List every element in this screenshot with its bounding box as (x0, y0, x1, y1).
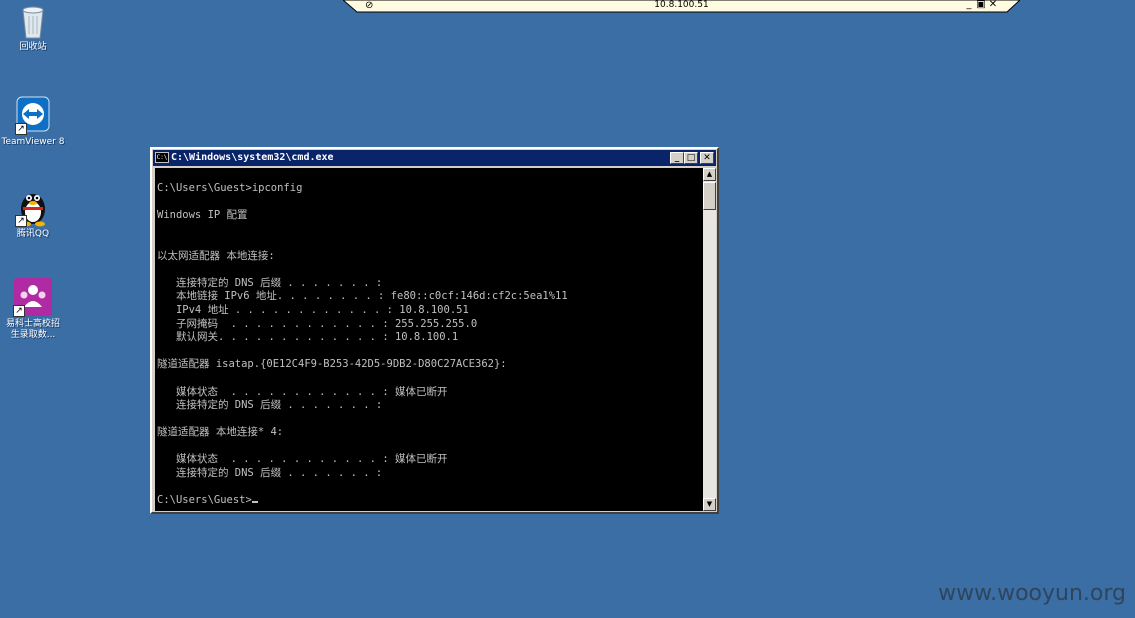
cmd-window[interactable]: C:\ C:\Windows\system32\cmd.exe _ □ ✕ C:… (150, 147, 719, 514)
console-line: C:\Users\Guest>ipconfig (157, 181, 303, 194)
rdp-window-controls: _ ▣✕ (964, 0, 1000, 10)
cmd-titlebar[interactable]: C:\ C:\Windows\system32\cmd.exe _ □ ✕ (153, 150, 716, 166)
desktop-icon-recycle-bin[interactable]: 回收站 (0, 2, 66, 53)
qq-label: 腾讯QQ (16, 229, 50, 239)
console-line: 本地链接 IPv6 地址. . . . . . . . : fe80::c0cf… (157, 290, 568, 303)
recycle-bin-label: 回收站 (19, 42, 47, 52)
teamviewer-label: TeamViewer 8 (1, 137, 65, 147)
console-line: 连接特定的 DNS 后缀 . . . . . . . : (157, 276, 383, 289)
watermark: www.wooyun.org (938, 581, 1126, 606)
teamviewer-icon: ↗ (15, 95, 51, 135)
console-line: C:\Users\Guest> (157, 494, 703, 508)
desktop-icon-recruit[interactable]: ↗ 易科士高校招 生录取数... (0, 277, 66, 341)
console-line: 连接特定的 DNS 后缀 . . . . . . . : (157, 467, 383, 480)
console-line: 隧道适配器 本地连接* 4: (157, 426, 284, 439)
close-icon[interactable]: ✕ (988, 0, 1000, 10)
cmd-title: C:\Windows\system32\cmd.exe (171, 152, 334, 163)
console-line: 默认网关. . . . . . . . . . . . . : 10.8.100… (157, 331, 459, 344)
console-line: 子网掩码 . . . . . . . . . . . . : 255.255.2… (157, 317, 478, 330)
recruit-label-line1: 易科士高校招 (5, 319, 60, 329)
desktop-icon-teamviewer[interactable]: ↗ TeamViewer 8 (0, 95, 66, 148)
console-line: 媒体状态 . . . . . . . . . . . . : 媒体已断开 (157, 385, 448, 398)
close-button[interactable]: ✕ (700, 152, 714, 164)
minimize-button[interactable]: _ (670, 152, 684, 164)
scroll-up-arrow-icon[interactable]: ▲ (703, 168, 716, 181)
rdp-host-address: 10.8.100.51 (654, 0, 709, 10)
scroll-down-arrow-icon[interactable]: ▼ (703, 498, 716, 511)
console-line: Windows IP 配置 (157, 208, 248, 221)
scroll-thumb[interactable] (703, 182, 716, 210)
console-line: 隧道适配器 isatap.{0E12C4F9-B253-42D5-9DB2-D8… (157, 358, 507, 371)
recruit-label-line2: 生录取数... (10, 330, 56, 340)
maximize-button[interactable]: □ (684, 152, 698, 164)
console-line: 媒体状态 . . . . . . . . . . . . : 媒体已断开 (157, 453, 448, 466)
desktop-icon-qq[interactable]: ↗ 腾讯QQ (0, 185, 66, 240)
minimize-icon[interactable]: _ (964, 0, 976, 10)
remote-desktop-bar[interactable]: ⊘ 10.8.100.51 _ ▣✕ (343, 0, 1020, 13)
vertical-scrollbar[interactable]: ▲ ▼ (703, 168, 716, 511)
text-cursor (251, 501, 258, 504)
shortcut-arrow-icon: ↗ (15, 123, 27, 135)
cmd-app-icon[interactable]: C:\ (155, 152, 169, 163)
shortcut-arrow-icon: ↗ (13, 305, 25, 317)
qq-penguin-icon: ↗ (15, 185, 51, 227)
console-output[interactable]: C:\Users\Guest>ipconfig Windows IP 配置以太网适… (155, 168, 703, 511)
console-line: 以太网适配器 本地连接: (157, 249, 275, 262)
recycle-bin-icon (17, 2, 49, 40)
restore-icon[interactable]: ▣ (976, 0, 988, 10)
console-line: 连接特定的 DNS 后缀 . . . . . . . : (157, 399, 383, 412)
console-line: IPv4 地址 . . . . . . . . . . . . : 10.8.1… (157, 303, 469, 316)
people-icon: ↗ (13, 277, 53, 317)
shortcut-arrow-icon: ↗ (15, 215, 27, 227)
